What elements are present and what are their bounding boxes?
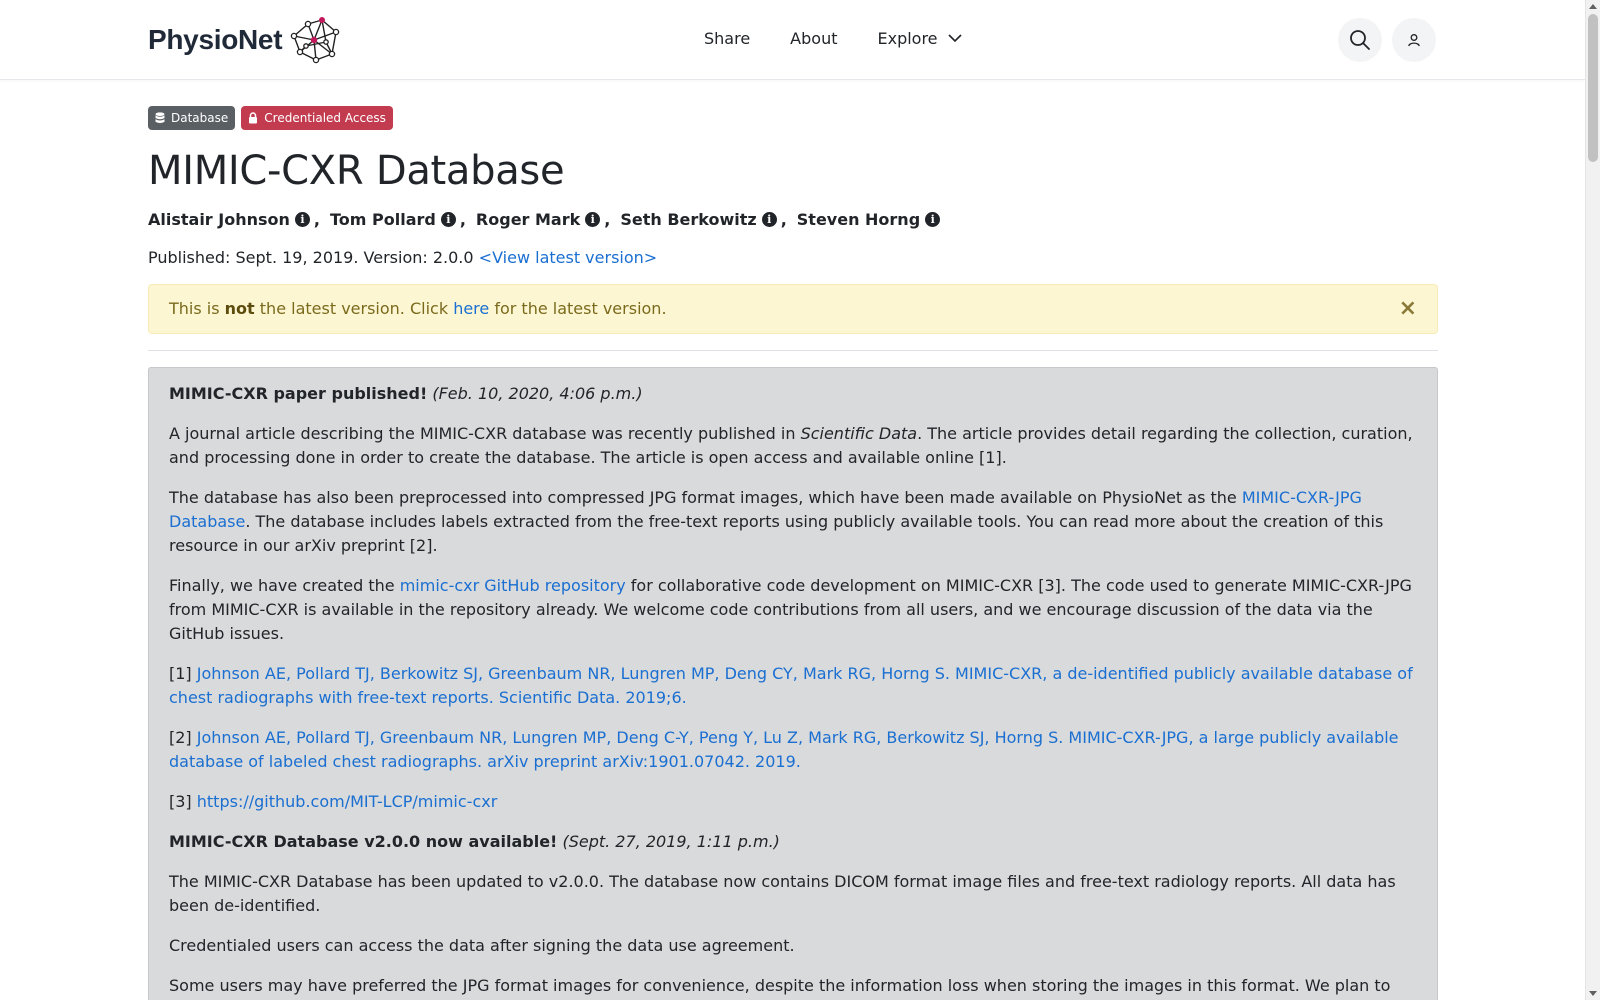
news-paragraph: Some users may have preferred the JPG fo… (169, 976, 1391, 995)
news-text: Finally, we have created the (169, 576, 395, 595)
author-name: Tom Pollard (329, 210, 436, 229)
author-name: Roger Mark (475, 210, 581, 229)
info-icon[interactable]: i (585, 212, 601, 227)
nav-share-label: Share (704, 29, 751, 48)
info-icon[interactable]: i (294, 212, 310, 227)
alert-text-bold: not (224, 299, 255, 318)
reference-number: [3] (169, 792, 192, 811)
github-repository-link[interactable]: mimic-cxr GitHub repository (400, 576, 626, 595)
news-text: . The database includes labels extracted… (169, 512, 1384, 555)
author-name: Alistair Johnson (148, 210, 290, 229)
site-header: PhysioNet Share About Explore (0, 0, 1585, 80)
news-text: A journal article describing the MIMIC-C… (169, 424, 796, 443)
info-icon[interactable]: i (440, 212, 456, 227)
author-name: Seth Berkowitz (620, 210, 757, 229)
brand-logo-link[interactable]: PhysioNet (148, 14, 344, 66)
info-icon[interactable]: i (761, 212, 777, 227)
news-paragraph: Finally, we have created the mimic-cxr G… (169, 574, 1417, 646)
author-list: Alistair Johnson i , Tom Pollard i , Rog… (148, 210, 1438, 229)
reference-number: [1] (169, 664, 192, 683)
account-button[interactable] (1392, 18, 1436, 62)
main-nav: Share About Explore (704, 29, 962, 48)
author-name: Steven Horng (796, 210, 921, 229)
nav-explore-label: Explore (877, 29, 938, 48)
author-item: Tom Pollard i (330, 210, 456, 229)
author-item: Alistair Johnson i (148, 210, 310, 229)
search-icon (1350, 30, 1370, 50)
reference-link[interactable]: Johnson AE, Pollard TJ, Berkowitz SJ, Gr… (169, 664, 1413, 707)
main-content: Database Credentialed Access MIMIC-CXR D… (148, 106, 1438, 1000)
reference-2: [2] Johnson AE, Pollard TJ, Greenbaum NR… (169, 726, 1417, 774)
brand-name: PhysioNet (148, 24, 283, 55)
physionet-network-icon (290, 17, 340, 64)
author-separator: , (459, 210, 466, 229)
news-paragraph: A journal article describing the MIMIC-C… (169, 422, 1417, 470)
news-title: MIMIC-CXR Database v2.0.0 now available! (169, 832, 558, 851)
author-item: Seth Berkowitz i (620, 210, 777, 229)
nav-share[interactable]: Share (704, 29, 750, 48)
author-separator: , (780, 210, 787, 229)
nav-about[interactable]: About (790, 29, 837, 48)
database-badge-label: Database (171, 111, 229, 125)
author-item: Steven Horng i (796, 210, 941, 229)
chevron-down-icon (947, 34, 962, 43)
news-paragraph: The database has also been preprocessed … (169, 486, 1417, 558)
badge-row: Database Credentialed Access (148, 106, 1438, 130)
search-button[interactable] (1338, 18, 1382, 62)
user-icon (1408, 34, 1420, 47)
author-separator: , (604, 210, 611, 229)
published-text: Published: Sept. 19, 2019. Version: 2.0.… (148, 248, 474, 267)
author-item: Roger Mark i (475, 210, 601, 229)
scroll-down-arrow-icon[interactable] (1589, 991, 1597, 996)
news-paragraph: The MIMIC-CXR Database has been updated … (169, 872, 1396, 915)
alert-text-post: for the latest version. (494, 299, 667, 318)
lock-icon (249, 112, 258, 124)
divider (148, 350, 1438, 351)
journal-name: Scientific Data (800, 424, 918, 443)
news-text: The database has also been preprocessed … (169, 488, 1237, 507)
scroll-thumb[interactable] (1588, 14, 1598, 162)
news-date: (Feb. 10, 2020, 4:06 p.m.) (432, 384, 643, 403)
database-badge: Database (148, 106, 236, 130)
news-heading: MIMIC-CXR Database v2.0.0 now available!… (169, 830, 1417, 854)
news-title: MIMIC-CXR paper published! (169, 384, 428, 403)
reference-number: [2] (169, 728, 192, 747)
credentialed-badge-label: Credentialed Access (264, 111, 386, 125)
news-date: (Sept. 27, 2019, 1:11 p.m.) (562, 832, 780, 851)
database-icon (155, 112, 165, 124)
nav-explore[interactable]: Explore (877, 29, 962, 48)
info-icon[interactable]: i (925, 212, 941, 227)
credentialed-access-badge: Credentialed Access (241, 106, 393, 130)
reference-3: [3] https://github.com/MIT-LCP/mimic-cxr (169, 790, 1417, 814)
author-separator: , (313, 210, 320, 229)
close-alert-button[interactable]: × (1399, 296, 1417, 321)
alert-text-mid: the latest version. Click (259, 299, 449, 318)
view-latest-version-link[interactable]: <View latest version> (479, 248, 658, 267)
news-heading: MIMIC-CXR paper published! (Feb. 10, 202… (169, 382, 1417, 406)
reference-link[interactable]: https://github.com/MIT-LCP/mimic-cxr (197, 792, 498, 811)
latest-version-link[interactable]: here (453, 299, 489, 318)
news-paragraph: Credentialed users can access the data a… (169, 936, 795, 955)
scroll-up-arrow-icon[interactable] (1589, 4, 1597, 9)
page-scrollbar[interactable] (1585, 0, 1600, 1000)
reference-link[interactable]: Johnson AE, Pollard TJ, Greenbaum NR, Lu… (169, 728, 1399, 771)
alert-text-pre: This is (169, 299, 220, 318)
publication-info: Published: Sept. 19, 2019. Version: 2.0.… (148, 248, 1438, 267)
news-panel: MIMIC-CXR paper published! (Feb. 10, 202… (148, 367, 1438, 1000)
reference-1: [1] Johnson AE, Pollard TJ, Berkowitz SJ… (169, 662, 1417, 710)
page-title: MIMIC-CXR Database (148, 148, 565, 194)
nav-about-label: About (790, 29, 838, 48)
version-alert: This is not the latest version. Click he… (148, 284, 1438, 334)
